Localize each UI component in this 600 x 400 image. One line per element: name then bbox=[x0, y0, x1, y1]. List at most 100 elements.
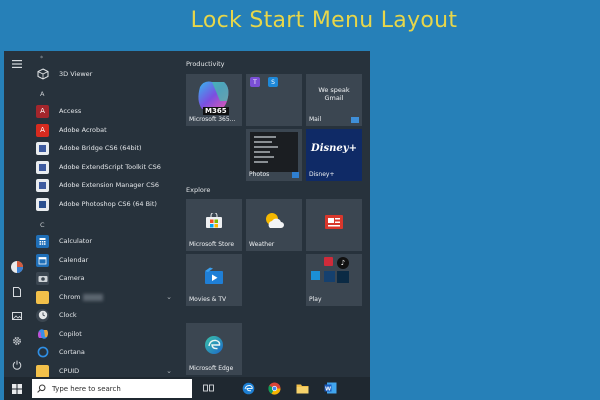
calendar-icon bbox=[36, 253, 49, 267]
group-letter-a[interactable]: A bbox=[40, 90, 44, 98]
mail-tile-text: We speak Gmail bbox=[306, 86, 362, 102]
tile-play-folder[interactable]: ♪ Play bbox=[306, 254, 362, 306]
news-icon bbox=[324, 214, 344, 230]
app-item-adobe-photoshop[interactable]: Adobe Photoshop CS6 (64 Bit) bbox=[36, 195, 176, 213]
folder-icon bbox=[36, 364, 49, 377]
skype-icon[interactable]: S bbox=[268, 77, 278, 87]
folder-icon bbox=[36, 178, 49, 192]
app-label: Camera bbox=[59, 274, 85, 282]
photos-preview bbox=[250, 132, 298, 172]
group-letter-c[interactable]: C bbox=[40, 221, 45, 229]
prime-video-icon bbox=[311, 271, 320, 280]
weather-sun-cloud-icon bbox=[263, 211, 285, 231]
teams-icon[interactable]: T bbox=[250, 77, 260, 87]
app-item-3d-viewer[interactable]: 3D Viewer bbox=[36, 65, 176, 83]
tile-mini-apps[interactable]: T S bbox=[246, 74, 302, 126]
app-item-adobe-bridge[interactable]: Adobe Bridge CS6 (64bit) bbox=[36, 139, 176, 157]
banner: Lock Start Menu Layout bbox=[0, 0, 600, 48]
search-placeholder: Type here to search bbox=[52, 384, 121, 393]
store-bag-icon bbox=[205, 213, 223, 229]
camera-icon bbox=[36, 271, 49, 285]
list-scroll-marker: * bbox=[40, 54, 44, 62]
hamburger-menu-icon[interactable] bbox=[4, 54, 30, 74]
tile-microsoft-edge[interactable]: Microsoft Edge bbox=[186, 323, 242, 375]
app-label-text: Chrom bbox=[59, 293, 81, 301]
cortana-icon bbox=[36, 346, 49, 359]
tile-disney-plus[interactable]: Disney+ Disney+ bbox=[306, 129, 362, 181]
tile-label: Microsoft Store bbox=[189, 241, 235, 248]
app-item-cpuid-folder[interactable]: CPUID ⌄ bbox=[36, 362, 176, 377]
task-view-icon[interactable] bbox=[200, 380, 216, 396]
movies-tv-icon bbox=[204, 267, 224, 285]
app-label: Adobe ExtendScript Toolkit CS6 bbox=[59, 163, 161, 171]
play-app-icon-2 bbox=[324, 257, 333, 266]
app-label: Adobe Extension Manager CS6 bbox=[59, 181, 159, 189]
chevron-down-icon[interactable]: ⌄ bbox=[166, 293, 172, 301]
user-avatar-icon[interactable] bbox=[4, 257, 30, 277]
tile-label: Weather bbox=[249, 241, 275, 248]
tile-label: Movies & TV bbox=[189, 296, 227, 303]
app-list[interactable]: * 3D Viewer A A Access A Adobe Acrobat A… bbox=[30, 51, 180, 377]
photoshop-icon bbox=[36, 197, 49, 211]
app-item-access[interactable]: A Access bbox=[36, 102, 176, 120]
group-label-productivity[interactable]: Productivity bbox=[186, 60, 225, 68]
clock-icon bbox=[36, 308, 49, 322]
banner-title: Lock Start Menu Layout bbox=[190, 8, 458, 33]
tile-label: Play bbox=[309, 296, 322, 303]
tile-microsoft-365[interactable]: M365 Microsoft 365... bbox=[186, 74, 242, 126]
access-icon: A bbox=[36, 104, 49, 118]
chrome-taskbar-icon[interactable] bbox=[266, 380, 282, 396]
start-button[interactable] bbox=[4, 377, 30, 400]
tile-microsoft-store[interactable]: Microsoft Store bbox=[186, 199, 242, 251]
edge-taskbar-icon[interactable] bbox=[240, 380, 256, 396]
app-item-adobe-extendscript[interactable]: Adobe ExtendScript Toolkit CS6 bbox=[36, 158, 176, 176]
app-label: Adobe Acrobat bbox=[59, 126, 107, 134]
app-label: Chrom bbox=[59, 293, 103, 301]
start-menu: * 3D Viewer A A Access A Adobe Acrobat A… bbox=[4, 51, 370, 377]
app-label: Calendar bbox=[59, 256, 89, 264]
play-app-icon-1 bbox=[311, 257, 320, 266]
calculator-icon bbox=[36, 234, 49, 248]
app-item-adobe-acrobat[interactable]: A Adobe Acrobat bbox=[36, 121, 176, 139]
mail-line-2: Gmail bbox=[324, 94, 344, 102]
pictures-icon[interactable] bbox=[4, 306, 30, 326]
app-item-cortana[interactable]: Cortana bbox=[36, 343, 176, 361]
app-item-chrome-folder[interactable]: Chrom ⌄ bbox=[36, 288, 176, 306]
documents-icon[interactable] bbox=[4, 282, 30, 302]
app-item-camera[interactable]: Camera bbox=[36, 269, 176, 287]
search-icon bbox=[37, 384, 46, 393]
file-explorer-icon[interactable] bbox=[294, 380, 310, 396]
app-item-calculator[interactable]: Calculator bbox=[36, 232, 176, 250]
tile-mail[interactable]: We speak Gmail Mail bbox=[306, 74, 362, 126]
power-icon[interactable] bbox=[4, 355, 30, 375]
group-label-explore[interactable]: Explore bbox=[186, 186, 210, 194]
app-item-adobe-extension-manager[interactable]: Adobe Extension Manager CS6 bbox=[36, 176, 176, 194]
tile-photos[interactable]: Photos bbox=[246, 129, 302, 181]
app-item-calendar[interactable]: Calendar bbox=[36, 251, 176, 269]
app-item-clock[interactable]: Clock bbox=[36, 306, 176, 324]
app-label: Cortana bbox=[59, 348, 85, 356]
edge-browser-icon bbox=[204, 335, 224, 355]
taskbar: Type here to search W bbox=[4, 377, 370, 400]
tile-label: Photos bbox=[249, 171, 270, 178]
tile-label: Disney+ bbox=[309, 171, 335, 178]
cube-icon bbox=[36, 68, 49, 81]
app-label: CPUID bbox=[59, 367, 80, 375]
tile-label: Mail bbox=[309, 116, 322, 123]
app-label: Adobe Bridge CS6 (64bit) bbox=[59, 144, 142, 152]
tile-weather[interactable]: Weather bbox=[246, 199, 302, 251]
app-label: Adobe Photoshop CS6 (64 Bit) bbox=[59, 200, 157, 208]
folder-icon bbox=[36, 290, 49, 304]
photoshop-express-icon bbox=[324, 271, 335, 282]
tile-label: Microsoft 365... bbox=[189, 116, 236, 123]
m365-badge: M365 bbox=[203, 107, 229, 115]
taskbar-search-box[interactable]: Type here to search bbox=[32, 379, 192, 398]
app-item-copilot[interactable]: Copilot bbox=[36, 325, 176, 343]
word-taskbar-icon[interactable]: W bbox=[322, 380, 338, 396]
tile-movies-tv[interactable]: Movies & TV bbox=[186, 254, 242, 306]
tile-news[interactable] bbox=[306, 199, 362, 251]
tiktok-icon: ♪ bbox=[337, 257, 349, 269]
settings-gear-icon[interactable] bbox=[4, 331, 30, 351]
app-label: Access bbox=[59, 107, 82, 115]
chevron-down-icon[interactable]: ⌄ bbox=[166, 367, 172, 375]
